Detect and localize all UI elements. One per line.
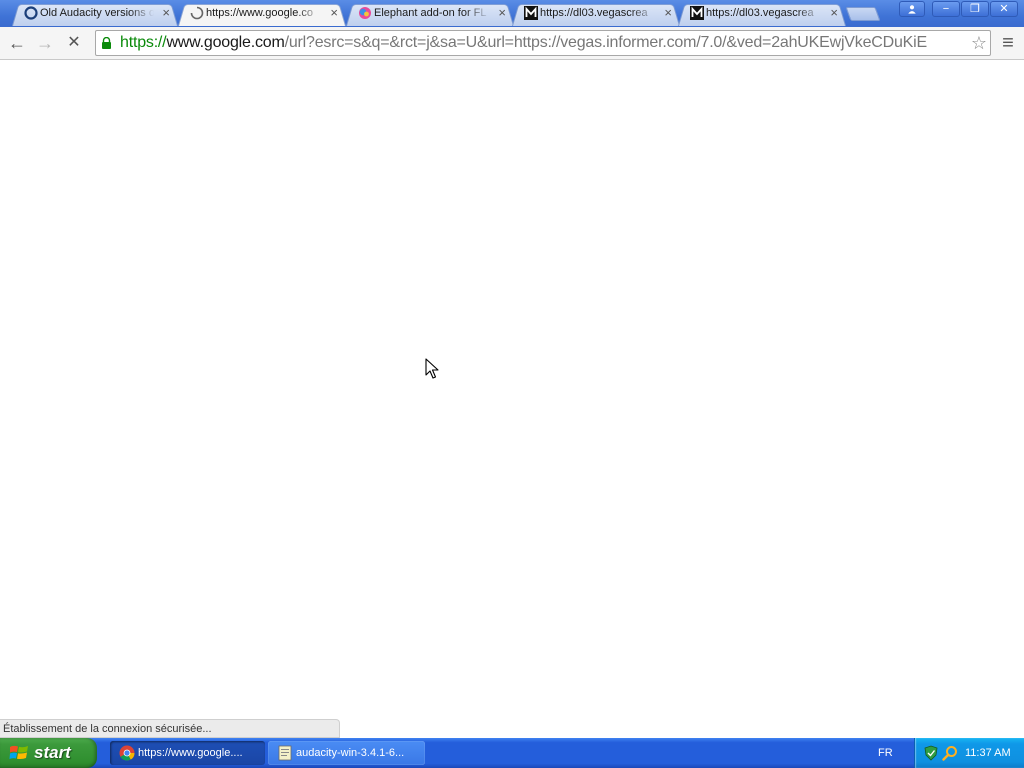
start-button[interactable]: start <box>0 738 97 768</box>
tab-vegascreative-download-1[interactable]: https://dl03.vegascrea × <box>512 2 680 26</box>
windows-flag-icon <box>9 745 28 759</box>
url-scheme: https:// <box>120 34 167 51</box>
url-text[interactable]: https://www.google.com/url?esrc=s&q=&rct… <box>120 31 968 55</box>
search-magnifier-icon[interactable] <box>942 745 958 761</box>
tab-close-icon[interactable]: × <box>664 2 672 24</box>
stop-loading-button[interactable]: ✕ <box>63 32 85 54</box>
language-indicator[interactable]: FR <box>878 738 893 768</box>
bookmark-star-icon[interactable]: ☆ <box>971 32 987 54</box>
lock-icon <box>102 37 111 49</box>
tab-title: Old Audacity versions o <box>40 7 154 19</box>
tab-close-icon[interactable]: × <box>498 2 506 24</box>
network-shield-icon[interactable] <box>923 745 939 761</box>
chrome-icon <box>119 745 135 761</box>
tab-google-redirect[interactable]: https://www.google.co × <box>178 2 346 26</box>
tab-close-icon[interactable]: × <box>330 2 338 24</box>
tab-title: Elephant add-on for FL <box>374 7 487 19</box>
system-tray: 11:37 AM <box>914 738 1024 768</box>
user-profile-icon[interactable] <box>899 1 925 17</box>
task-label: https://www.google.... <box>138 747 243 759</box>
tab-vegascreative-download-2[interactable]: https://dl03.vegascrea × <box>678 2 846 26</box>
minimize-button[interactable]: − <box>932 1 960 17</box>
tab-title: https://www.google.co <box>206 7 314 19</box>
back-button[interactable]: ← <box>6 32 28 54</box>
folder-icon <box>278 745 292 761</box>
tab-close-icon[interactable]: × <box>162 2 170 24</box>
task-label: audacity-win-3.4.1-6... <box>296 747 405 759</box>
browser-tabstrip: Old Audacity versions o × https://www.go… <box>0 0 1024 27</box>
new-tab-button[interactable] <box>845 7 881 21</box>
tab-old-audacity-versions[interactable]: Old Audacity versions o × <box>12 2 178 26</box>
mouse-cursor-icon <box>425 358 439 379</box>
browser-toolbar: ← → ✕ https://www.google.com/url?esrc=s&… <box>0 27 1024 60</box>
chrome-menu-button[interactable]: ≡ <box>997 32 1019 54</box>
window-controls: − ❐ ✕ <box>898 1 1018 17</box>
taskbar: start https://www.google.... audacity-wi… <box>0 738 1024 768</box>
restore-button[interactable]: ❐ <box>961 1 989 17</box>
tab-title: https://dl03.vegascrea <box>706 7 814 19</box>
tab-close-icon[interactable]: × <box>830 2 838 24</box>
url-path: /url?esrc=s&q=&rct=j&sa=U&url=https://ve… <box>284 34 928 51</box>
tab-title: https://dl03.vegascrea <box>540 7 648 19</box>
status-bubble: Établissement de la connexion sécurisée.… <box>0 719 340 738</box>
taskbar-item-chrome[interactable]: https://www.google.... <box>110 741 265 765</box>
url-host: www.google.com <box>166 34 285 51</box>
clock[interactable]: 11:37 AM <box>965 738 1011 768</box>
page-content <box>0 61 1024 738</box>
forward-button[interactable]: → <box>34 32 56 54</box>
taskbar-item-folder[interactable]: audacity-win-3.4.1-6... <box>268 741 425 765</box>
address-bar[interactable]: https://www.google.com/url?esrc=s&q=&rct… <box>95 30 991 56</box>
tab-elephant-add-on[interactable]: Elephant add-on for FL × <box>346 2 514 26</box>
close-window-button[interactable]: ✕ <box>990 1 1018 17</box>
start-label: start <box>34 743 71 762</box>
